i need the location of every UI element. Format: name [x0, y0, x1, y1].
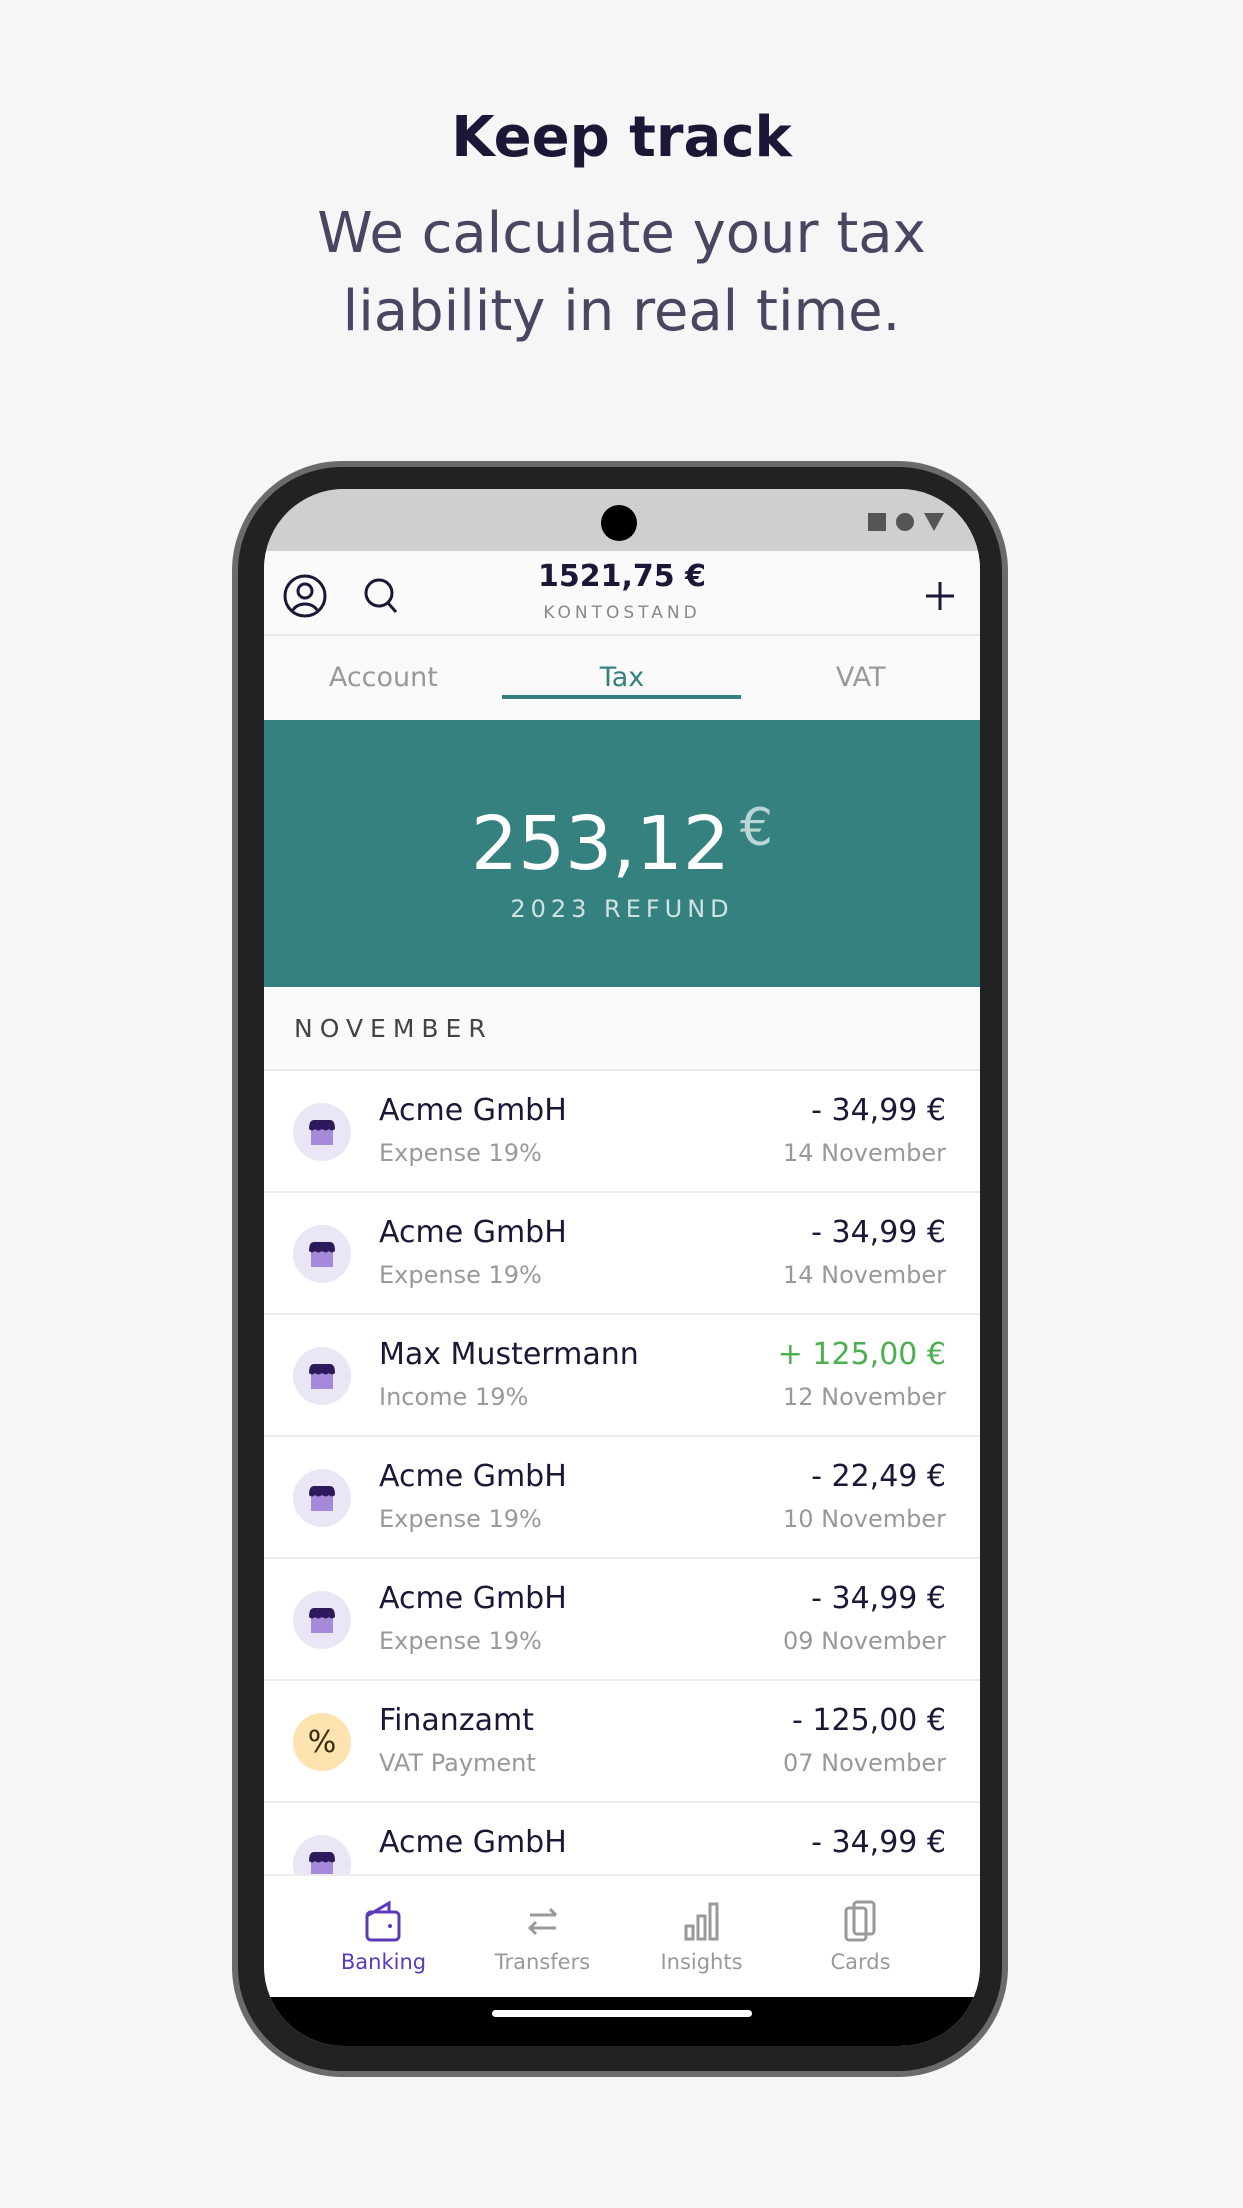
- transaction-date: 14 November: [782, 1261, 946, 1289]
- store-icon: [293, 1835, 351, 1874]
- percent-icon: %: [293, 1713, 351, 1771]
- nav-cards[interactable]: Cards: [781, 1876, 940, 1997]
- tab-account[interactable]: Account: [264, 636, 503, 720]
- transaction-date: 10 November: [782, 1505, 946, 1533]
- square-icon: [868, 513, 886, 531]
- transaction-category: VAT Payment: [379, 1749, 536, 1777]
- transaction-name: Finanzamt: [379, 1703, 534, 1738]
- app-header: 1521,75 € KONTOSTAND: [264, 551, 980, 699]
- subtitle-line: We calculate your tax: [317, 201, 926, 266]
- transaction-date: 07 November: [782, 1749, 946, 1777]
- transaction-name: Acme GmbH: [379, 1459, 567, 1494]
- transaction-row[interactable]: Acme GmbH Expense 19% - 34,99 € 14 Novem…: [264, 1193, 980, 1315]
- subtitle-line: liability in real time.: [342, 279, 901, 344]
- triangle-icon: [924, 513, 944, 531]
- nav-label: Transfers: [494, 1950, 591, 1974]
- transfer-icon: [463, 1898, 622, 1944]
- nav-insights[interactable]: Insights: [622, 1876, 781, 1997]
- nav-label: Cards: [830, 1950, 891, 1974]
- account-balance: 1521,75 €: [538, 559, 706, 594]
- cards-icon: [781, 1898, 940, 1944]
- transaction-list[interactable]: Acme GmbH Expense 19% - 34,99 € 14 Novem…: [264, 1071, 980, 1874]
- transaction-name: Acme GmbH: [379, 1215, 567, 1250]
- transaction-amount: - 22,49 €: [811, 1459, 946, 1494]
- transaction-row[interactable]: Acme GmbH Expense 19% - 22,49 € 10 Novem…: [264, 1437, 980, 1559]
- transaction-amount: - 34,99 €: [811, 1581, 946, 1616]
- store-icon: [293, 1469, 351, 1527]
- section-header: NOVEMBER: [264, 987, 980, 1071]
- tab-bar: Account Tax VAT: [264, 636, 980, 720]
- transaction-amount: + 125,00 €: [777, 1337, 946, 1372]
- transaction-name: Acme GmbH: [379, 1825, 567, 1860]
- bar-chart-icon: [622, 1898, 781, 1944]
- refund-amount: 253,12 €: [264, 798, 980, 887]
- circle-icon: [896, 513, 914, 531]
- transaction-row[interactable]: Acme GmbH Expense 19% - 34,99 € 09 Novem…: [264, 1559, 980, 1681]
- transaction-amount: - 34,99 €: [811, 1825, 946, 1860]
- refund-label: 2023 REFUND: [510, 895, 734, 923]
- transaction-date: 09 November: [782, 1627, 946, 1655]
- balance-label: KONTOSTAND: [543, 603, 701, 623]
- transaction-category: Expense 19%: [379, 1139, 542, 1167]
- currency: €: [739, 798, 774, 858]
- transaction-row[interactable]: Acme GmbH Expense 19% - 34,99 € 14 Novem…: [264, 1071, 980, 1193]
- tab-tax[interactable]: Tax: [503, 636, 742, 720]
- store-icon: [293, 1347, 351, 1405]
- store-icon: [293, 1103, 351, 1161]
- store-icon: [293, 1225, 351, 1283]
- home-indicator[interactable]: [492, 2010, 752, 2017]
- nav-transfers[interactable]: Transfers: [463, 1876, 622, 1997]
- marketing-subtitle: We calculate your tax liability in real …: [0, 195, 1243, 351]
- transaction-amount: - 34,99 €: [811, 1215, 946, 1250]
- wallet-icon: [304, 1898, 463, 1944]
- transaction-row[interactable]: Acme GmbH - 34,99 €: [264, 1803, 980, 1874]
- marketing-title: Keep track: [451, 105, 792, 170]
- transaction-category: Expense 19%: [379, 1627, 542, 1655]
- transaction-date: 12 November: [782, 1383, 946, 1411]
- nav-label: Banking: [340, 1950, 427, 1974]
- nav-label: Insights: [660, 1950, 743, 1974]
- transaction-name: Acme GmbH: [379, 1093, 567, 1128]
- transaction-date: 14 November: [782, 1139, 946, 1167]
- phone-screen: 1521,75 € KONTOSTAND Account Tax VAT 253…: [264, 489, 980, 2046]
- transaction-amount: - 34,99 €: [811, 1093, 946, 1128]
- transaction-category: Expense 19%: [379, 1505, 542, 1533]
- transaction-amount: - 125,00 €: [792, 1703, 946, 1738]
- plus-icon[interactable]: [920, 573, 960, 619]
- gesture-bar: [264, 1997, 980, 2046]
- nav-banking[interactable]: Banking: [304, 1876, 463, 1997]
- camera-icon: [601, 505, 637, 541]
- transaction-row[interactable]: % Finanzamt VAT Payment - 125,00 € 07 No…: [264, 1681, 980, 1803]
- tax-summary: 253,12 € 2023 REFUND: [264, 720, 980, 987]
- amount-value: 253,12: [470, 801, 730, 887]
- status-bar: [264, 489, 980, 551]
- store-icon: [293, 1591, 351, 1649]
- bottom-nav: Banking Transfers Insights Cards: [264, 1874, 980, 1997]
- transaction-category: Income 19%: [379, 1383, 529, 1411]
- transaction-name: Acme GmbH: [379, 1581, 567, 1616]
- transaction-name: Max Mustermann: [379, 1337, 639, 1372]
- transaction-category: Expense 19%: [379, 1261, 542, 1289]
- transaction-row[interactable]: Max Mustermann Income 19% + 125,00 € 12 …: [264, 1315, 980, 1437]
- tab-vat[interactable]: VAT: [741, 636, 980, 720]
